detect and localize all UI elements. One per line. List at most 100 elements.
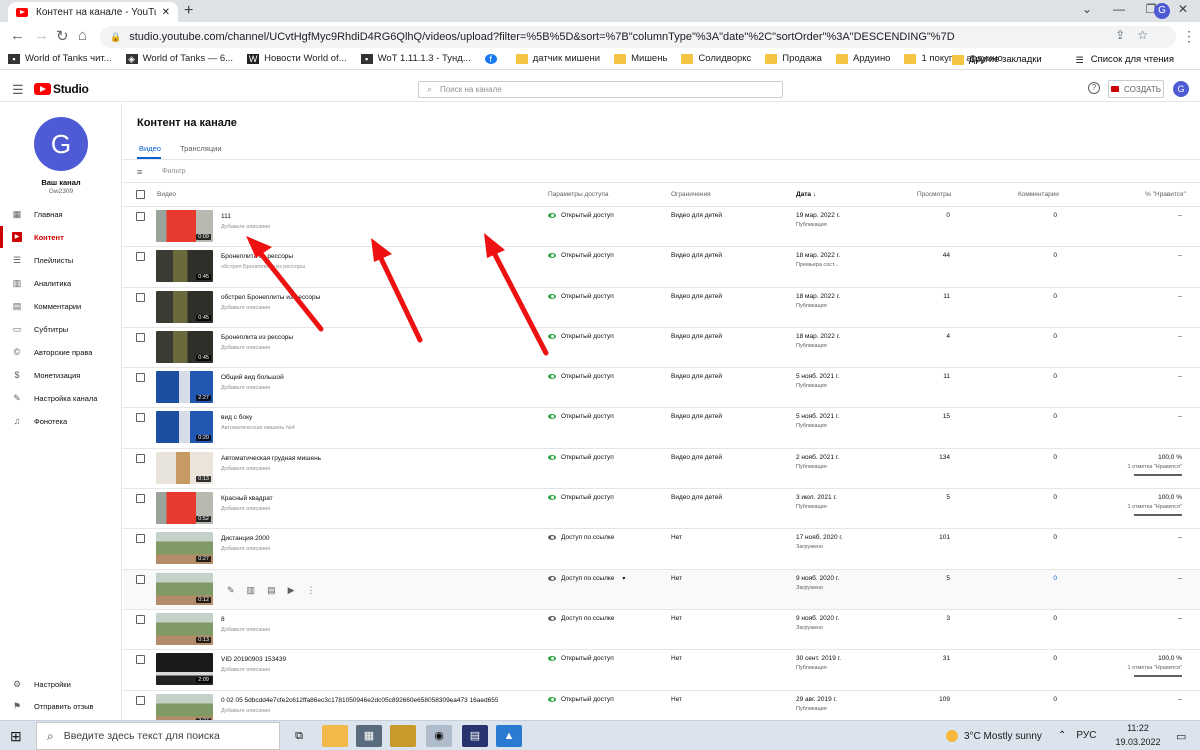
weather-widget[interactable]: 3°C Mostly sunny: [946, 730, 1042, 742]
sidebar-item-dollar[interactable]: $ Монетизация: [0, 364, 121, 386]
row-checkbox[interactable]: [136, 614, 145, 624]
hamburger-menu-icon[interactable]: ☰: [12, 82, 24, 98]
video-thumbnail[interactable]: 0:52: [156, 492, 213, 525]
browser-profile-avatar[interactable]: G: [1154, 3, 1170, 19]
sidebar-item-playlist[interactable]: ☰ Плейлисты: [0, 249, 121, 271]
table-row[interactable]: 0:13 8 Добавьте описание Доступ по ссылке Не…: [123, 610, 1200, 651]
bookmark-item[interactable]: датчик мишени: [515, 53, 600, 64]
video-title[interactable]: обстрел Бронеплиты из рессоры: [221, 294, 320, 301]
new-tab-icon[interactable]: +: [184, 2, 193, 20]
table-row[interactable]: 0:09 111 Добавьте описание Открытый доступ В…: [123, 207, 1200, 248]
close-window-icon[interactable]: ✕: [1168, 2, 1198, 16]
file-explorer-icon[interactable]: [322, 725, 348, 747]
system-tray[interactable]: ⌃ РУС: [1058, 730, 1096, 741]
share-icon[interactable]: ⇪: [1115, 28, 1125, 42]
table-row[interactable]: 0:20 вид с боку Автоматическая мишень №4 От…: [123, 408, 1200, 449]
bookmark-item[interactable]: Солидворкс: [681, 53, 751, 64]
row-checkbox[interactable]: [136, 695, 145, 705]
video-title[interactable]: 8: [221, 616, 225, 623]
video-title[interactable]: Общий вид большой: [221, 374, 284, 381]
sidebar-item-comments[interactable]: ▤ Комментарии: [0, 295, 121, 317]
video-title[interactable]: Автоматическая грудная мишень: [221, 455, 321, 462]
video-title[interactable]: VID 20190903 153439: [221, 656, 286, 663]
visibility-status[interactable]: Открытый доступ: [548, 413, 614, 420]
visibility-status[interactable]: Открытый доступ: [548, 373, 614, 380]
bookmark-item[interactable]: f: [484, 53, 502, 64]
visibility-status[interactable]: Открытый доступ: [548, 212, 614, 219]
table-row[interactable]: 2:27 Общий вид большой Добавьте описание От…: [123, 368, 1200, 409]
video-thumbnail[interactable]: 2:09: [156, 653, 213, 686]
row-checkbox[interactable]: [136, 212, 145, 221]
taskbar-search-input[interactable]: ⌕ Введите здесь текст для поиска: [36, 722, 280, 750]
table-row[interactable]: 0:27 Дистанция 2000 Добавьте описание Досту…: [123, 529, 1200, 570]
forward-icon[interactable]: →: [34, 27, 49, 44]
visibility-status[interactable]: Доступ по ссылке: [548, 615, 614, 622]
video-thumbnail[interactable]: 0:09: [156, 210, 213, 242]
row-checkbox[interactable]: [136, 453, 145, 463]
visibility-status[interactable]: Открытый доступ: [548, 252, 614, 259]
tab-videos[interactable]: Видео: [139, 144, 161, 153]
video-title[interactable]: 111: [221, 213, 231, 220]
help-icon[interactable]: ?: [1088, 82, 1100, 94]
comments-count[interactable]: 0: [1053, 575, 1057, 582]
row-checkbox[interactable]: [136, 413, 145, 423]
bookmark-item[interactable]: Продажа: [765, 53, 822, 64]
sidebar-item-analytics[interactable]: ▥ Аналитика: [0, 272, 121, 294]
channel-avatar[interactable]: G: [34, 117, 88, 171]
address-bar[interactable]: 🔒 studio.youtube.com/channel/UCvtHgfMyc9…: [100, 26, 1176, 48]
visibility-status[interactable]: Открытый доступ: [548, 655, 614, 662]
reload-icon[interactable]: ↻: [56, 27, 69, 45]
video-thumbnail[interactable]: 0:12: [156, 572, 213, 605]
table-row[interactable]: 0:45 Бронеплита из рессоры Добавьте описан…: [123, 328, 1200, 369]
notifications-icon[interactable]: ▭: [1176, 730, 1186, 743]
clock-date[interactable]: 19.03.2022: [1110, 737, 1166, 747]
account-avatar[interactable]: G: [1173, 81, 1189, 97]
video-title[interactable]: вид с боку: [221, 414, 252, 421]
video-thumbnail[interactable]: 0:13: [156, 612, 213, 645]
row-checkbox[interactable]: [136, 494, 145, 504]
table-row[interactable]: 0:52 Красный квадрат Добавьте описание Откр…: [123, 489, 1200, 530]
visibility-status[interactable]: Открытый доступ: [548, 494, 614, 501]
sidebar-item-feedback[interactable]: ⚑ Отправить отзыв: [0, 695, 121, 717]
sidebar-item-customization[interactable]: ✎ Настройка канала: [0, 387, 121, 409]
more-options-icon[interactable]: ⋮: [307, 585, 316, 596]
visibility-status[interactable]: Доступ по ссылке ▾: [548, 575, 625, 582]
video-title[interactable]: Красный квадрат: [221, 495, 273, 502]
bookmark-star-icon[interactable]: ☆: [1137, 28, 1148, 42]
reading-list[interactable]: ☰ Список для чтения: [1074, 54, 1174, 65]
comments-icon[interactable]: ▤: [267, 585, 276, 596]
video-thumbnail[interactable]: 0:27: [156, 532, 213, 565]
app-icon[interactable]: [390, 725, 416, 747]
video-thumbnail[interactable]: 0:20: [156, 411, 213, 444]
video-title[interactable]: Бронеплита из рессоры: [221, 334, 293, 341]
tab-live[interactable]: Трансляции: [180, 144, 222, 153]
row-checkbox[interactable]: [136, 373, 145, 383]
video-title[interactable]: Бронеплита из рессоры: [221, 253, 293, 260]
tab-search-icon[interactable]: ⌄: [1072, 2, 1102, 16]
video-thumbnail[interactable]: 2:27: [156, 371, 213, 404]
sidebar-item-dashboard[interactable]: ▦ Главная: [0, 203, 121, 225]
visibility-status[interactable]: Открытый доступ: [548, 696, 614, 703]
sidebar-item-content[interactable]: ▶ Контент: [0, 226, 121, 248]
table-row[interactable]: 0:45 Бронеплита из рессоры обстрел Бронепл…: [123, 247, 1200, 288]
video-thumbnail[interactable]: 0:45: [156, 250, 213, 283]
bookmark-item[interactable]: Ардуино: [835, 53, 890, 64]
input-language[interactable]: РУС: [1076, 730, 1096, 741]
video-title[interactable]: Дистанция 2000: [221, 535, 270, 542]
visibility-status[interactable]: Открытый доступ: [548, 293, 614, 300]
calculator-icon[interactable]: ▦: [356, 725, 382, 747]
home-icon[interactable]: ⌂: [78, 27, 87, 44]
filter-input[interactable]: Фильтр: [162, 168, 186, 175]
column-header-comments[interactable]: Комментарии: [1018, 191, 1059, 198]
table-row[interactable]: 0:12 ✎ ▥ ▤ ▶ ⋮ Доступ по ссылке ▾ Нет 9 нояб…: [123, 569, 1200, 610]
app-icon[interactable]: ▤: [462, 725, 488, 747]
sidebar-item-audio-library[interactable]: ♫ Фонотека: [0, 410, 121, 432]
other-bookmarks[interactable]: Другие закладки: [951, 54, 1042, 65]
create-button[interactable]: СОЗДАТЬ: [1108, 80, 1164, 98]
back-icon[interactable]: ←: [10, 27, 25, 44]
select-all-checkbox[interactable]: [136, 190, 145, 199]
clock-time[interactable]: 11:22: [1116, 723, 1160, 733]
sidebar-item-settings[interactable]: ⚙ Настройки: [0, 673, 121, 695]
photos-icon[interactable]: ▲: [496, 725, 522, 747]
channel-search-input[interactable]: ⌕ Поиск на канале: [418, 81, 783, 98]
